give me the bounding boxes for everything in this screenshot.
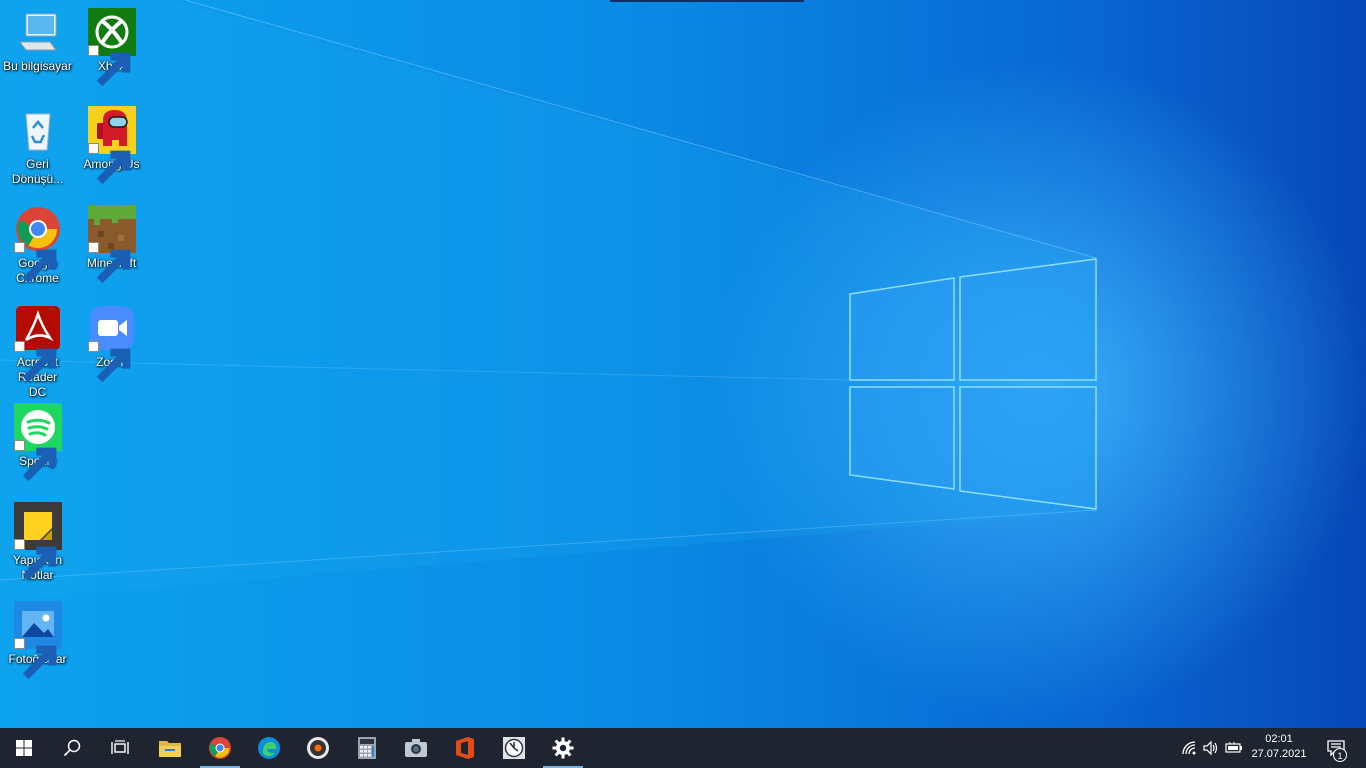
alarms-clock-icon bbox=[503, 737, 525, 759]
desktop-icon-zoom[interactable]: Zoom bbox=[74, 304, 149, 383]
taskbar-settings[interactable] bbox=[541, 728, 585, 768]
desktop-icon-this-pc[interactable]: Bu bilgisayar bbox=[0, 8, 75, 74]
taskbar-alarms-clock[interactable] bbox=[492, 728, 536, 768]
taskbar-groove-music[interactable] bbox=[296, 728, 340, 768]
groove-music-icon bbox=[307, 737, 329, 759]
desktop-icon-label: Geri Dönüşü... bbox=[11, 157, 64, 186]
shortcut-arrow-icon bbox=[13, 638, 56, 680]
top-edge-bar bbox=[610, 0, 804, 2]
settings-icon bbox=[552, 737, 574, 759]
shortcut-arrow-icon bbox=[13, 539, 56, 581]
taskbar-calculator[interactable] bbox=[345, 728, 389, 768]
desktop-icon-photos[interactable]: Fotoğraflar bbox=[0, 601, 75, 680]
taskbar: 02:01 27.07.2021 1 bbox=[0, 728, 1366, 768]
this-pc-icon bbox=[18, 13, 57, 51]
desktop-icon-label: Bu bilgisayar bbox=[3, 59, 72, 73]
taskbar-clock[interactable]: 02:01 27.07.2021 bbox=[1242, 728, 1316, 768]
shortcut-arrow-icon bbox=[87, 242, 130, 284]
taskbar-camera[interactable] bbox=[394, 728, 438, 768]
desktop-icon-xbox[interactable]: Xbox bbox=[74, 8, 149, 87]
desktop-icon-sticky-notes[interactable]: Yapışkan Notlar bbox=[0, 502, 75, 583]
task-view-button[interactable] bbox=[98, 728, 142, 768]
start-button[interactable] bbox=[2, 728, 46, 768]
desktop-icon-acrobat-reader[interactable]: Acrobat Reader DC bbox=[0, 304, 75, 400]
desktop-wallpaper bbox=[0, 0, 1366, 728]
taskbar-file-explorer[interactable] bbox=[148, 728, 192, 768]
volume-button[interactable] bbox=[1200, 728, 1222, 768]
search-icon bbox=[63, 739, 81, 757]
search-button[interactable] bbox=[50, 728, 94, 768]
taskbar-office[interactable] bbox=[443, 728, 487, 768]
chrome-icon bbox=[209, 737, 231, 759]
clock-time: 02:01 bbox=[1265, 733, 1293, 745]
desktop-icon-among-us[interactable]: Among Us bbox=[74, 106, 149, 185]
camera-icon bbox=[405, 739, 427, 757]
calculator-icon bbox=[358, 737, 376, 759]
battery-icon bbox=[1225, 742, 1242, 753]
volume-icon bbox=[1203, 740, 1218, 756]
shortcut-arrow-icon bbox=[13, 341, 56, 383]
file-explorer-icon bbox=[159, 741, 181, 757]
desktop-icon-minecraft[interactable]: Minecraft bbox=[74, 205, 149, 284]
shortcut-arrow-icon bbox=[87, 341, 130, 383]
desktop-icon-google-chrome[interactable]: Google Chrome bbox=[0, 205, 75, 286]
office-icon bbox=[456, 737, 474, 759]
shortcut-arrow-icon bbox=[13, 440, 56, 482]
desktop-icon-recycle-bin[interactable]: Geri Dönüşü... bbox=[0, 106, 75, 187]
network-icon bbox=[1182, 741, 1196, 755]
task-view-icon bbox=[111, 740, 129, 754]
network-button[interactable] bbox=[1178, 728, 1200, 768]
clock-date: 27.07.2021 bbox=[1251, 748, 1307, 760]
shortcut-arrow-icon bbox=[13, 242, 56, 284]
notification-badge: 1 bbox=[1333, 748, 1347, 762]
start-icon bbox=[16, 740, 32, 756]
shortcut-arrow-icon bbox=[87, 143, 130, 185]
taskbar-edge[interactable] bbox=[247, 728, 291, 768]
edge-icon bbox=[258, 737, 280, 759]
shortcut-arrow-icon bbox=[87, 45, 130, 87]
desktop-icon-spotify[interactable]: Spotify bbox=[0, 403, 75, 482]
taskbar-chrome[interactable] bbox=[198, 728, 242, 768]
recycle-bin-icon bbox=[24, 113, 51, 151]
